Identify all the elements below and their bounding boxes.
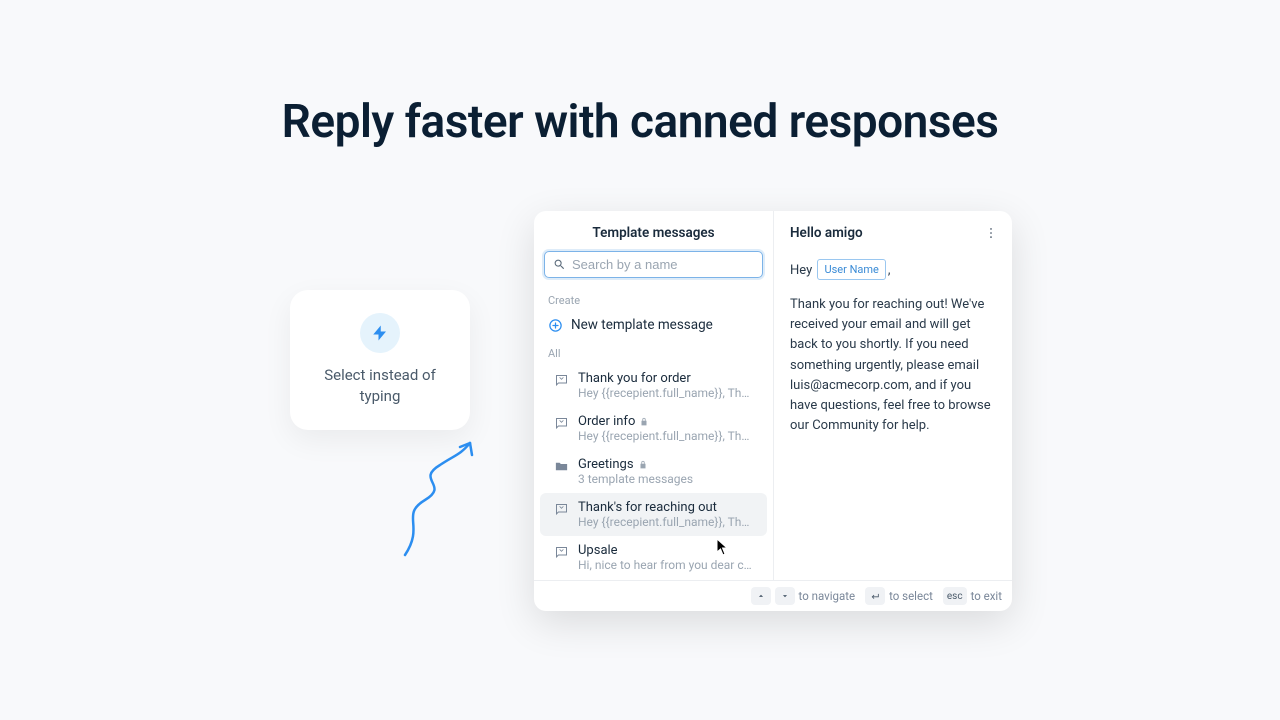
callout-card: Select instead of typing xyxy=(290,290,470,430)
hint-exit-text: to exit xyxy=(971,589,1002,603)
chevron-down-icon xyxy=(780,591,790,601)
page-headline: Reply faster with canned responses xyxy=(0,95,1280,149)
template-list-title: Template messages xyxy=(534,225,773,241)
variable-chip[interactable]: User Name xyxy=(817,259,885,280)
template-item-subtitle: Hey {{recepient.full_name}}, Thank you f… xyxy=(578,386,753,400)
more-options-button[interactable] xyxy=(984,225,998,244)
dots-vertical-icon xyxy=(984,226,998,240)
plus-circle-icon xyxy=(548,318,563,333)
panel-footer: to navigate to select esc to exit xyxy=(534,580,1012,611)
template-messages-panel: Template messages Create New template me… xyxy=(534,211,1012,611)
search-icon xyxy=(553,258,566,271)
arrow-illustration xyxy=(395,435,525,565)
key-up xyxy=(751,587,771,605)
template-preview-pane: Hello amigo Hey User Name, Thank you for… xyxy=(774,211,1012,580)
search-input-wrap[interactable] xyxy=(544,251,763,278)
template-item-subtitle: Hey {{recepient.full_name}}, Thank you f… xyxy=(578,515,753,529)
search-input[interactable] xyxy=(572,257,754,272)
key-enter xyxy=(865,587,885,605)
template-item[interactable]: UpsaleHi, nice to hear from you dear cus… xyxy=(540,536,767,579)
hint-select-text: to select xyxy=(889,589,933,603)
callout-text: Select instead of typing xyxy=(310,365,450,407)
template-item-title: Upsale xyxy=(578,543,753,558)
new-template-button[interactable]: New template message xyxy=(534,311,773,341)
lightning-icon xyxy=(360,313,400,353)
template-item[interactable]: Thank's for reaching outHey {{recepient.… xyxy=(540,493,767,536)
section-label-create: Create xyxy=(534,288,773,311)
template-item-subtitle: Hey {{recepient.full_name}}, Thank you f… xyxy=(578,429,753,443)
preview-title: Hello amigo xyxy=(790,225,996,241)
enter-icon xyxy=(870,591,880,601)
new-template-label: New template message xyxy=(571,317,713,333)
hint-navigate: to navigate xyxy=(751,587,856,605)
template-item-title: Order info xyxy=(578,414,753,429)
key-esc: esc xyxy=(943,587,967,605)
template-item-title: Thank you for order xyxy=(578,371,753,386)
template-item[interactable]: Greetings3 template messages xyxy=(540,450,767,493)
template-item[interactable]: Thank you for orderHey {{recepient.full_… xyxy=(540,364,767,407)
preview-body: Hey User Name, Thank you for reaching ou… xyxy=(790,259,996,436)
template-list-pane: Template messages Create New template me… xyxy=(534,211,774,580)
template-item-subtitle: Hi, nice to hear from you dear customer,… xyxy=(578,558,753,572)
hint-select: to select xyxy=(865,587,933,605)
chevron-up-icon xyxy=(756,591,766,601)
preview-greeting-prefix: Hey xyxy=(790,263,812,278)
template-item-subtitle: 3 template messages xyxy=(578,472,753,486)
preview-text: Thank you for reaching out! We've receiv… xyxy=(790,295,996,436)
template-list: Thank you for orderHey {{recepient.full_… xyxy=(534,364,773,580)
template-item[interactable]: Order infoHey {{recepient.full_name}}, T… xyxy=(540,407,767,450)
hint-navigate-text: to navigate xyxy=(799,589,856,603)
key-down xyxy=(775,587,795,605)
template-item-title: Greetings xyxy=(578,457,753,472)
section-label-all: All xyxy=(534,341,773,364)
hint-exit: esc to exit xyxy=(943,587,1002,605)
template-item-title: Thank's for reaching out xyxy=(578,500,753,515)
preview-greeting-suffix: , xyxy=(888,263,891,278)
